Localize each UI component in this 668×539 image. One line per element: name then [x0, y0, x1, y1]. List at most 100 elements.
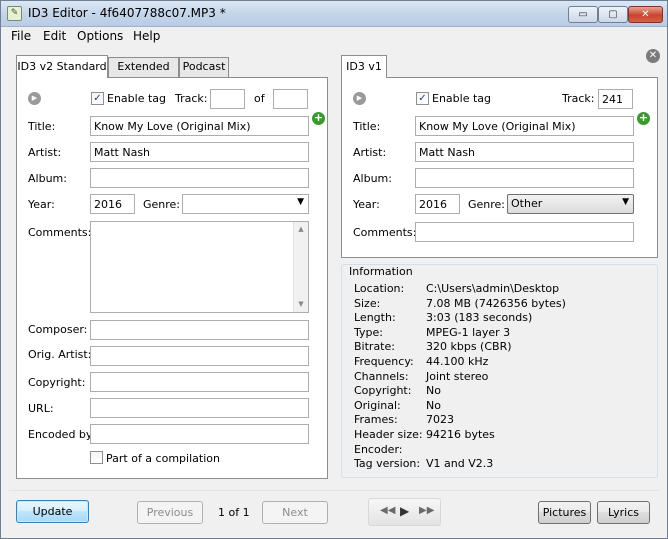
- menu-help[interactable]: Help: [133, 29, 160, 43]
- v1-genre-value: Other: [511, 197, 543, 210]
- app-icon: ✎: [7, 6, 22, 21]
- v1-title-label: Title:: [353, 120, 381, 133]
- info-value: 44.100 kHz: [426, 355, 489, 368]
- rewind-icon[interactable]: ◀◀: [380, 505, 395, 516]
- v2-enable-label: Enable tag: [107, 92, 167, 105]
- info-value: MPEG-1 layer 3: [426, 325, 511, 339]
- minimize-button[interactable]: ▭: [568, 6, 598, 23]
- information-title: Information: [347, 265, 415, 278]
- v2-encoded-input[interactable]: [90, 424, 309, 444]
- menu-file[interactable]: File: [11, 29, 31, 43]
- v2-album-input[interactable]: [90, 168, 309, 188]
- menu-options[interactable]: Options: [77, 29, 123, 43]
- v1-year-input[interactable]: [415, 194, 460, 214]
- v2-title-label: Title:: [28, 120, 56, 133]
- info-key: Frames:: [354, 413, 398, 427]
- info-key: Channels:: [354, 369, 409, 383]
- info-key: Frequency:: [354, 355, 414, 368]
- update-button[interactable]: Update: [16, 500, 89, 523]
- info-key: Header size:: [354, 428, 423, 441]
- info-key: Original:: [354, 398, 401, 412]
- v2-orig-artist-label: Orig. Artist:: [28, 348, 92, 361]
- comments-scrollbar[interactable]: ▲ ▼: [293, 222, 308, 312]
- v1-track-input[interactable]: [598, 89, 633, 109]
- lyrics-button[interactable]: Lyrics: [597, 501, 650, 524]
- v2-artist-input[interactable]: [90, 142, 309, 162]
- info-key: Encoder:: [354, 442, 403, 456]
- v2-album-label: Album:: [28, 172, 67, 185]
- v2-comments-input[interactable]: [90, 221, 309, 313]
- pictures-button[interactable]: Pictures: [538, 501, 591, 524]
- scroll-down-icon[interactable]: ▼: [294, 297, 308, 312]
- v2-composer-input[interactable]: [90, 320, 309, 340]
- v1-artist-input[interactable]: [415, 142, 634, 162]
- v2-year-input[interactable]: [90, 194, 135, 214]
- info-value: C:\Users\admin\Desktop: [426, 282, 560, 295]
- v2-comments-label: Comments:: [28, 226, 92, 239]
- info-value: V1 and V2.3: [426, 457, 494, 471]
- v1-album-input[interactable]: [415, 168, 634, 188]
- v2-of-label: of: [254, 92, 265, 105]
- v1-enable-checkbox[interactable]: ✓: [416, 92, 429, 105]
- v2-genre-select[interactable]: ▼: [182, 194, 309, 214]
- info-value: 7023: [426, 413, 454, 427]
- info-key: Length:: [354, 311, 396, 325]
- info-key: Tag version:: [354, 457, 421, 471]
- v1-album-label: Album:: [353, 172, 392, 185]
- compilation-label: Part of a compilation: [106, 452, 220, 465]
- v2-url-label: URL:: [28, 402, 54, 415]
- close-button[interactable]: ✕: [628, 6, 663, 23]
- info-key: Location:: [354, 282, 405, 295]
- dismiss-icon[interactable]: ✕: [646, 49, 660, 63]
- v1-genre-select[interactable]: Other ▼: [507, 194, 634, 214]
- add-field-icon[interactable]: +: [312, 112, 325, 125]
- v2-track-input[interactable]: [210, 89, 245, 109]
- tab-id3v2-standard[interactable]: ID3 v2 Standard: [16, 55, 108, 78]
- add-field-icon-v1[interactable]: +: [637, 112, 650, 125]
- v2-enable-checkbox[interactable]: ✓: [91, 92, 104, 105]
- footer-separator: [9, 490, 659, 491]
- v2-orig-artist-input[interactable]: [90, 346, 309, 366]
- info-value: 320 kbps (CBR): [426, 340, 512, 354]
- window-title: ID3 Editor - 4f6407788c07.MP3 *: [28, 6, 226, 20]
- v2-copyright-input[interactable]: [90, 372, 309, 392]
- info-value: 3:03 (183 seconds): [426, 311, 533, 325]
- v1-comments-label: Comments:: [353, 226, 417, 239]
- next-button[interactable]: Next: [262, 501, 328, 524]
- play-icon-player[interactable]: ▶: [400, 504, 409, 518]
- chevron-down-icon: ▼: [297, 197, 304, 207]
- v1-artist-label: Artist:: [353, 146, 387, 159]
- v2-copyright-label: Copyright:: [28, 376, 86, 389]
- v2-composer-label: Composer:: [28, 323, 88, 336]
- info-key: Size:: [354, 296, 381, 310]
- tab-extended[interactable]: Extended: [108, 57, 179, 78]
- v2-url-input[interactable]: [90, 398, 309, 418]
- audio-player: ◀◀ ▶ ▶▶: [368, 498, 441, 526]
- v2-artist-label: Artist:: [28, 146, 62, 159]
- scroll-up-icon[interactable]: ▲: [294, 222, 308, 237]
- info-value: 94216 bytes: [426, 428, 495, 441]
- v1-track-label: Track:: [562, 92, 595, 105]
- v2-total-tracks-input[interactable]: [273, 89, 308, 109]
- previous-button[interactable]: Previous: [137, 501, 203, 524]
- v2-year-label: Year:: [28, 198, 55, 211]
- play-icon-v1[interactable]: ▶: [353, 92, 366, 105]
- menu-edit[interactable]: Edit: [43, 29, 66, 43]
- v2-title-input[interactable]: [90, 116, 309, 136]
- tab-podcast[interactable]: Podcast: [179, 57, 229, 78]
- menu-bar: File Edit Options Help: [1, 27, 667, 46]
- info-value: Joint stereo: [426, 369, 489, 383]
- v1-comments-input[interactable]: [415, 222, 634, 242]
- fast-forward-icon[interactable]: ▶▶: [419, 505, 434, 516]
- page-indicator: 1 of 1: [218, 506, 250, 519]
- tab-id3v1[interactable]: ID3 v1: [341, 55, 387, 78]
- info-value: No: [426, 398, 441, 412]
- info-key: Copyright:: [354, 384, 412, 398]
- maximize-button[interactable]: ▢: [598, 6, 628, 23]
- compilation-checkbox[interactable]: [90, 451, 103, 464]
- chevron-down-icon-v1: ▼: [622, 197, 629, 207]
- play-icon[interactable]: ▶: [28, 92, 41, 105]
- v1-title-input[interactable]: [415, 116, 634, 136]
- info-value: No: [426, 384, 441, 398]
- title-bar[interactable]: ✎ ID3 Editor - 4f6407788c07.MP3 * ▭ ▢ ✕: [1, 1, 667, 27]
